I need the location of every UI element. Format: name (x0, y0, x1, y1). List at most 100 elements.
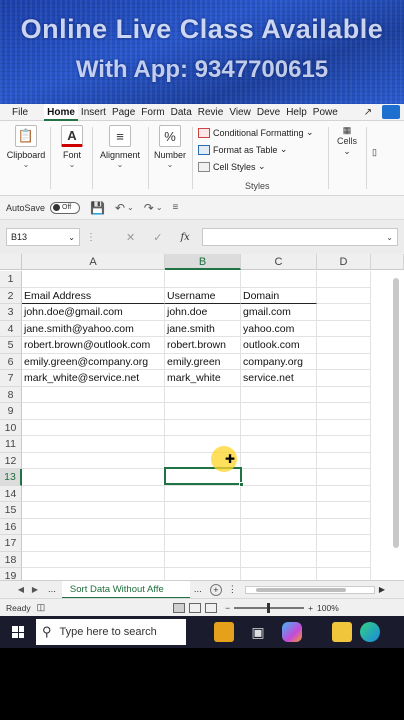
tab-home[interactable]: Home (44, 103, 78, 121)
conditional-formatting-button[interactable]: Conditional Formatting ⌄ (198, 124, 326, 141)
cell-d6[interactable] (317, 353, 371, 370)
cell-a13[interactable] (22, 469, 165, 486)
select-all-corner[interactable] (0, 254, 22, 270)
cell-b6[interactable]: emily.green (165, 353, 241, 370)
cell-b17[interactable] (165, 535, 241, 552)
save-icon[interactable]: 💾 (90, 201, 105, 215)
normal-view-icon[interactable] (173, 602, 186, 613)
cell-d2[interactable] (317, 287, 371, 304)
row-header-15[interactable]: 15 (0, 502, 22, 519)
cell-c1[interactable] (241, 271, 317, 288)
row-header-19[interactable]: 19 (0, 568, 22, 580)
row-header-18[interactable]: 18 (0, 551, 22, 568)
zoom-slider-knob[interactable] (267, 602, 271, 613)
cell-c14[interactable] (241, 485, 317, 502)
cell-d8[interactable] (317, 386, 371, 403)
cell-c16[interactable] (241, 518, 317, 535)
cell-a8[interactable] (22, 386, 165, 403)
row-header-9[interactable]: 9 (0, 403, 22, 420)
row-header-4[interactable]: 4 (0, 320, 22, 337)
briefcase-icon[interactable] (214, 622, 234, 642)
cell-d14[interactable] (317, 485, 371, 502)
cell-a10[interactable] (22, 419, 165, 436)
row-header-13[interactable]: 13 (0, 469, 22, 486)
cell-c11[interactable] (241, 436, 317, 453)
undo-icon[interactable]: ↶ (115, 201, 125, 215)
next-sheet-icon[interactable]: ▶ (28, 585, 42, 594)
cell-a15[interactable] (22, 502, 165, 519)
cells-group[interactable]: ▦ Cells ⌄ (334, 123, 360, 157)
column-header-d[interactable]: D (317, 254, 371, 270)
cell-a11[interactable] (22, 436, 165, 453)
tab-power[interactable]: Powe (310, 104, 341, 121)
cell-d7[interactable] (317, 370, 371, 387)
clipboard-group[interactable]: 📋 Clipboard ⌄ (6, 123, 46, 169)
cell-c10[interactable] (241, 419, 317, 436)
cell-c9[interactable] (241, 403, 317, 420)
zoom-slider[interactable] (234, 602, 305, 613)
cell-d16[interactable] (317, 518, 371, 535)
cell-b15[interactable] (165, 502, 241, 519)
row-header-17[interactable]: 17 (0, 535, 22, 552)
format-as-table-button[interactable]: Format as Table ⌄ (198, 141, 326, 158)
cell-a1[interactable] (22, 271, 165, 288)
enter-icon[interactable]: ✓ (153, 231, 162, 244)
cell-a14[interactable] (22, 485, 165, 502)
row-header-1[interactable]: 1 (0, 271, 22, 288)
tab-page-layout[interactable]: Page (109, 104, 138, 121)
cell-d1[interactable] (317, 271, 371, 288)
autosave-toggle[interactable]: Off (50, 201, 81, 214)
cell-d19[interactable] (317, 568, 371, 580)
cell-b7[interactable]: mark_white (165, 370, 241, 387)
file-explorer-icon[interactable] (332, 622, 352, 642)
cell-a19[interactable] (22, 568, 165, 580)
number-group[interactable]: % Number ⌄ (152, 123, 188, 169)
sheet-overflow-left[interactable]: ... (42, 584, 62, 595)
alignment-group[interactable]: ≡ Alignment ⌄ (96, 123, 144, 169)
worksheet-grid[interactable]: A B C D 1 2 3 4 5 6 7 8 9 10 11 12 13 14 15 16 17 18 19 Em… (0, 254, 404, 580)
zoom-level[interactable]: 100% (317, 603, 339, 613)
zoom-in-icon[interactable]: + (308, 603, 313, 613)
cell-b10[interactable] (165, 419, 241, 436)
formula-bar-handle-icon[interactable]: ⋮ (86, 232, 96, 243)
cell-a3[interactable]: john.doe@gmail.com (22, 304, 165, 321)
cell-c12[interactable] (241, 452, 317, 469)
row-header-12[interactable]: 12 (0, 452, 22, 469)
cell-d13[interactable] (317, 469, 371, 486)
vertical-scrollbar[interactable] (392, 272, 400, 572)
cell-c17[interactable] (241, 535, 317, 552)
cell-d5[interactable] (317, 337, 371, 354)
cell-b4[interactable]: jane.smith (165, 320, 241, 337)
cell-a7[interactable]: mark_white@service.net (22, 370, 165, 387)
add-sheet-icon[interactable]: + (209, 583, 222, 596)
cell-b19[interactable] (165, 568, 241, 580)
cell-b1[interactable] (165, 271, 241, 288)
scroll-right-icon[interactable]: ▶ (379, 585, 385, 594)
edge-browser-icon[interactable] (360, 622, 380, 642)
cell-b2[interactable]: Username (165, 287, 241, 304)
cell-a18[interactable] (22, 551, 165, 568)
cell-b9[interactable] (165, 403, 241, 420)
redo-icon[interactable]: ↷ (144, 201, 154, 215)
cell-d10[interactable] (317, 419, 371, 436)
cell-c18[interactable] (241, 551, 317, 568)
cell-d4[interactable] (317, 320, 371, 337)
row-header-2[interactable]: 2 (0, 287, 22, 304)
formula-input[interactable]: ⌄ (201, 228, 398, 246)
ribbon-overflow-icon[interactable]: ▯ (372, 147, 377, 158)
cell-c3[interactable]: gmail.com (241, 304, 317, 321)
cell-d17[interactable] (317, 535, 371, 552)
cell-a5[interactable]: robert.brown@outlook.com (22, 337, 165, 354)
tab-view[interactable]: View (226, 104, 254, 121)
cell-b5[interactable]: robert.brown (165, 337, 241, 354)
tab-data[interactable]: Data (168, 104, 195, 121)
row-header-8[interactable]: 8 (0, 386, 22, 403)
row-header-3[interactable]: 3 (0, 304, 22, 321)
cell-c2[interactable]: Domain (241, 287, 317, 304)
task-view-icon[interactable]: ▣ (248, 622, 268, 642)
row-header-7[interactable]: 7 (0, 370, 22, 387)
cell-d15[interactable] (317, 502, 371, 519)
cell-b14[interactable] (165, 485, 241, 502)
copilot-icon[interactable] (282, 622, 302, 642)
share-button[interactable] (382, 105, 400, 119)
